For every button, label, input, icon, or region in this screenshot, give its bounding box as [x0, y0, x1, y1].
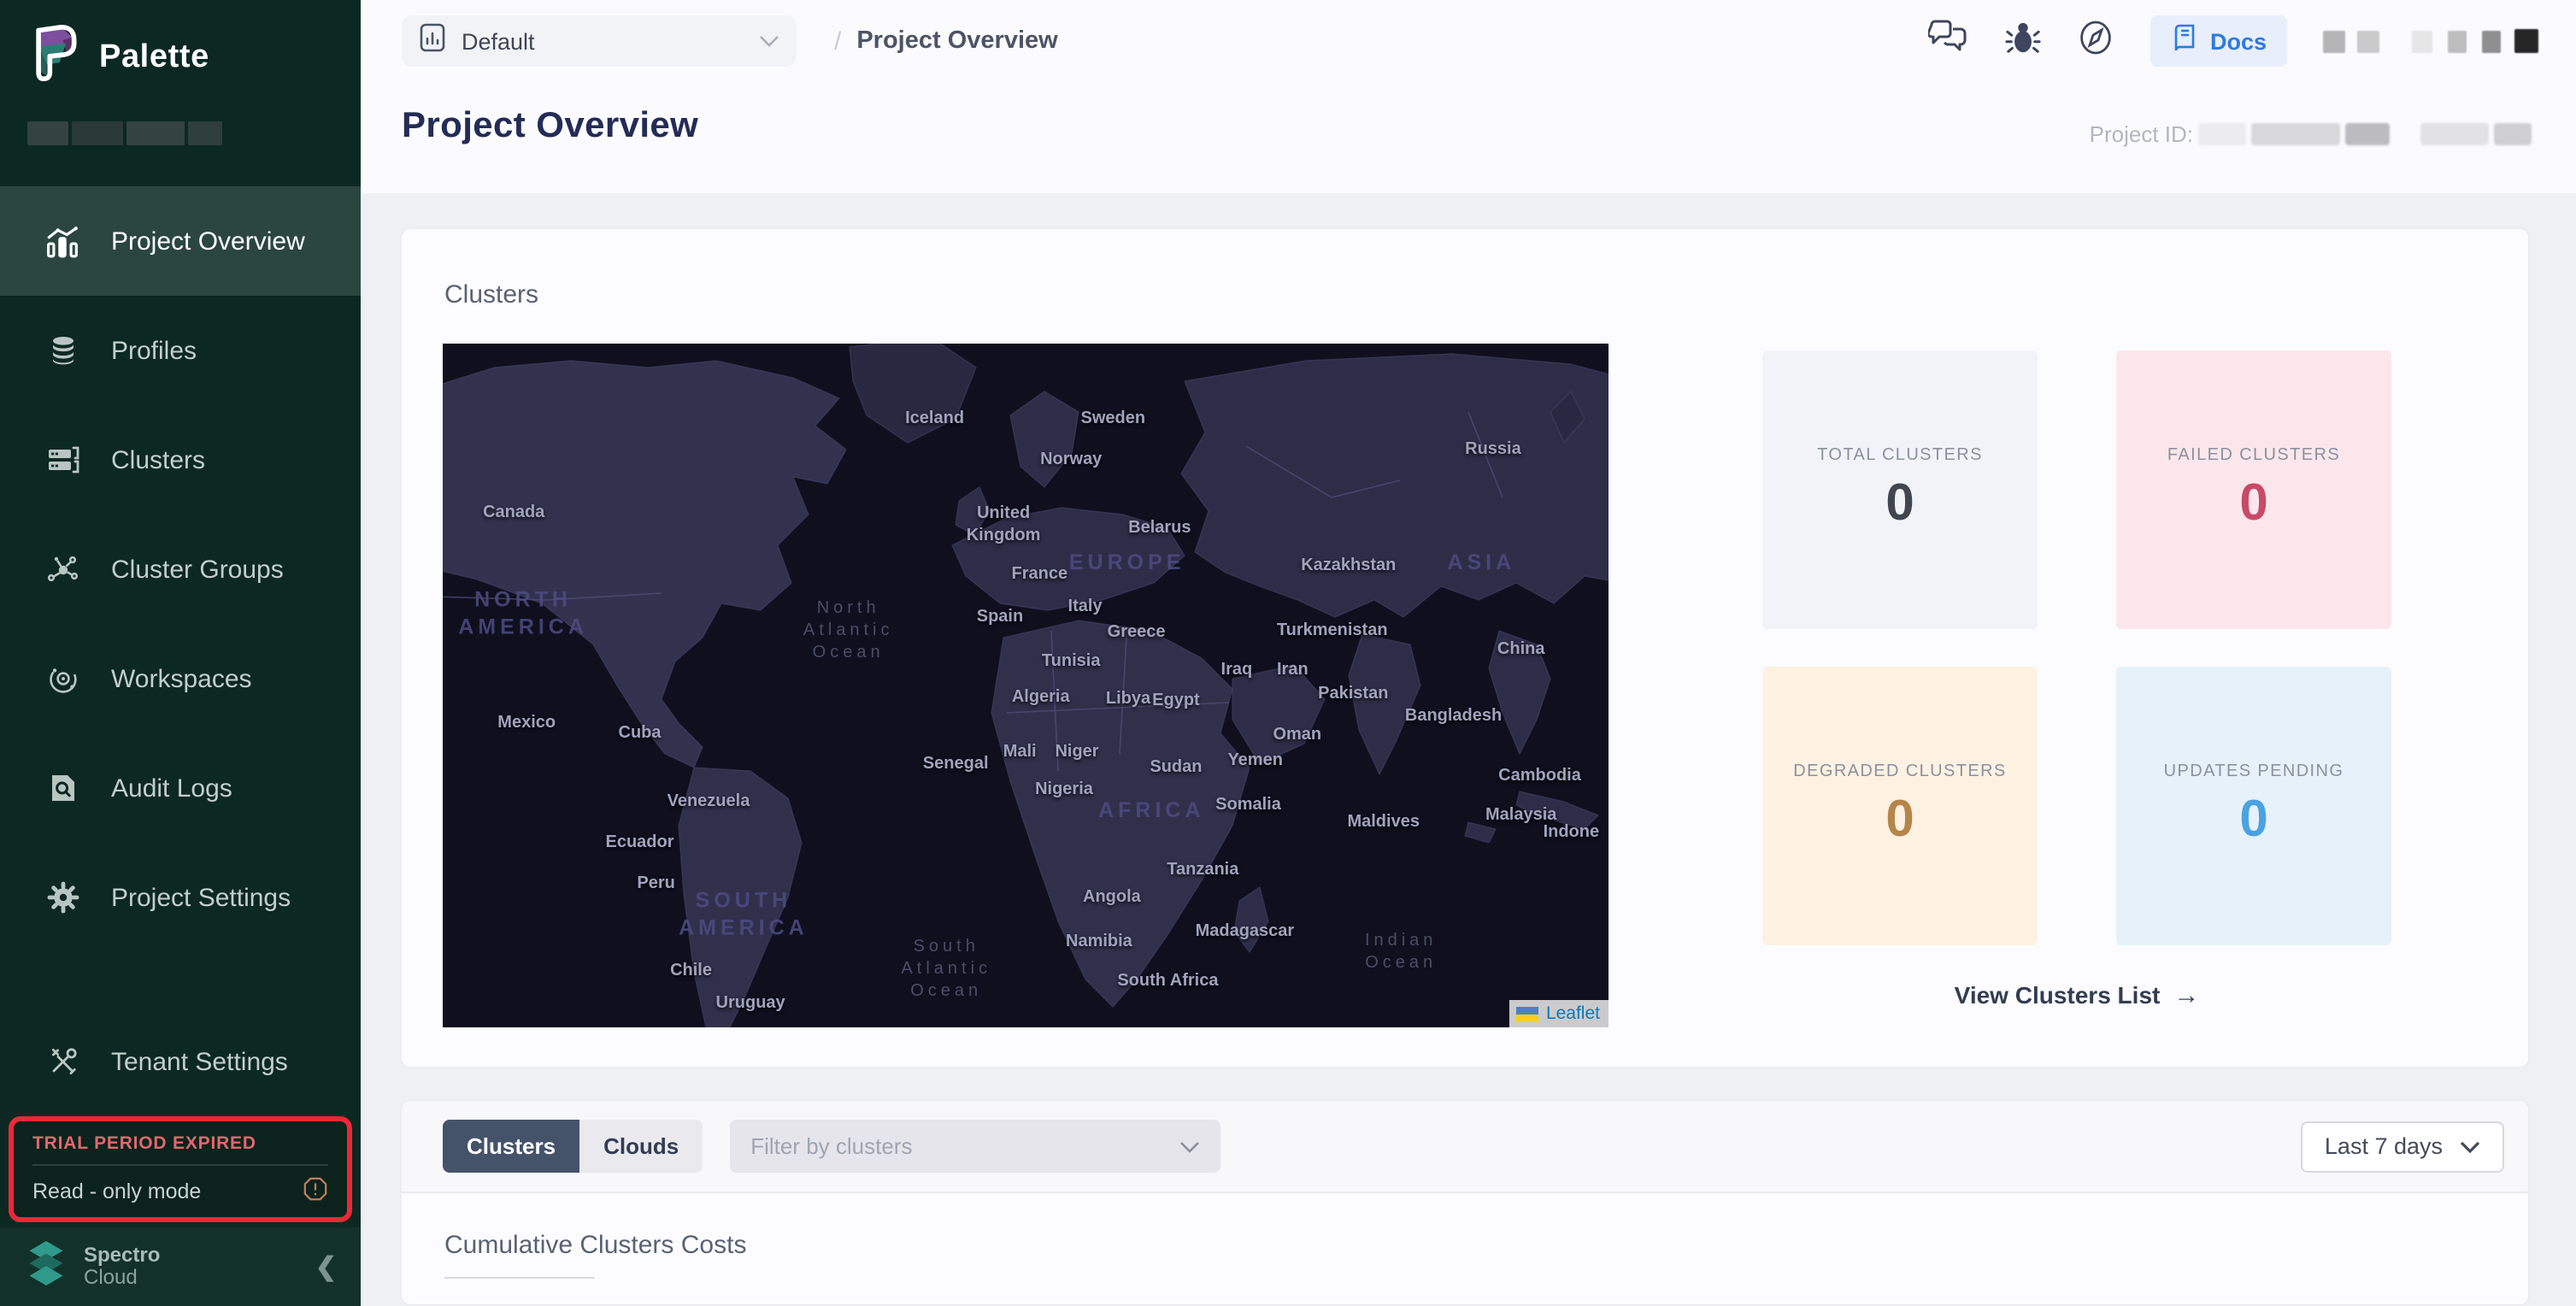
sidebar-item-label: Project Overview [111, 226, 305, 256]
page-title: Project Overview [402, 106, 698, 147]
tab-clusters[interactable]: Clusters [443, 1120, 579, 1173]
warning-octagon-icon [303, 1176, 328, 1207]
sidebar-item-label: Tenant Settings [111, 1047, 288, 1076]
chat-icon[interactable] [1928, 18, 1969, 64]
bug-report-icon[interactable] [2005, 18, 2041, 64]
arrow-right-icon: → [2173, 981, 2199, 1010]
ukraine-flag-icon [1517, 1006, 1539, 1021]
breadcrumb: / Project Overview [834, 26, 1058, 56]
spectro-cloud-wordmark: Spectro Cloud [84, 1244, 160, 1290]
cumulative-costs-heading: Cumulative Clusters Costs [444, 1231, 2528, 1260]
stat-updates-pending: UPDATES PENDING 0 [2116, 667, 2391, 945]
logo-wordmark: Palette [99, 38, 209, 76]
sidebar-item-audit-logs[interactable]: Audit Logs [0, 733, 361, 843]
redacted-block [2482, 30, 2501, 52]
redacted-block [2448, 30, 2467, 52]
project-id-label: Project ID: [2090, 121, 2193, 147]
sidebar-item-label: Workspaces [111, 664, 252, 693]
heading-underline [444, 1277, 595, 1279]
sidebar-item-cluster-groups[interactable]: Cluster Groups [0, 515, 361, 624]
sidebar-item-label: Clusters [111, 445, 205, 474]
sidebar: Palette Project Overview [0, 0, 361, 1306]
topbar: Default / Project Overview [361, 0, 2576, 82]
chevron-down-icon [1179, 1139, 1200, 1153]
project-selector-value: Default [462, 28, 535, 54]
redacted-block [2420, 123, 2489, 145]
sidebar-nav: Project Overview Profiles [0, 186, 361, 1116]
compass-icon[interactable] [2077, 18, 2114, 64]
sidebar-item-workspaces[interactable]: Workspaces [0, 624, 361, 733]
stat-degraded-clusters: DEGRADED CLUSTERS 0 [1762, 667, 2038, 945]
redacted-topbar-items [2323, 29, 2538, 53]
date-range-dropdown[interactable]: Last 7 days [2301, 1121, 2504, 1172]
project-selector-icon [419, 21, 446, 61]
project-selector-dropdown[interactable]: Default [402, 15, 797, 67]
chevron-down-icon [759, 34, 779, 48]
sidebar-collapse-button[interactable]: ❮ [315, 1251, 337, 1282]
sidebar-item-label: Audit Logs [111, 774, 232, 803]
project-id: Project ID: [2090, 121, 2532, 147]
tools-icon [44, 1044, 80, 1080]
redacted-block [2345, 123, 2390, 145]
doc-search-icon [44, 770, 80, 806]
redacted-block [2412, 30, 2432, 52]
redacted-block [2357, 30, 2379, 52]
palette-logo-icon [26, 21, 84, 94]
costs-card: Clusters Clouds Filter by clusters Last … [400, 1099, 2530, 1306]
clusters-card: Clusters [400, 227, 2530, 1068]
stat-total-clusters: TOTAL CLUSTERS 0 [1762, 350, 2038, 629]
clusters-heading: Clusters [444, 280, 538, 309]
orbit-icon [44, 661, 80, 697]
readonly-mode-label: Read - only mode [32, 1180, 201, 1203]
clusters-world-map[interactable]: IcelandSwedenNorwayRussiaCanadaUnited Ki… [443, 344, 1609, 1027]
sidebar-item-profiles[interactable]: Profiles [0, 296, 361, 405]
filter-placeholder: Filter by clusters [750, 1133, 912, 1159]
sidebar-item-label: Cluster Groups [111, 555, 284, 584]
database-icon [44, 332, 80, 368]
molecule-icon [44, 551, 80, 587]
tab-clouds[interactable]: Clouds [579, 1120, 703, 1173]
sidebar-item-label: Profiles [111, 336, 197, 365]
docs-button-label: Docs [2210, 28, 2267, 54]
redacted-block [2198, 123, 2246, 145]
docs-button[interactable]: Docs [2150, 15, 2287, 67]
breadcrumb-current[interactable]: Project Overview [856, 27, 1057, 55]
costs-toolbar: Clusters Clouds Filter by clusters Last … [402, 1101, 2528, 1193]
version-redacted [27, 121, 361, 145]
chevron-down-icon [2460, 1139, 2480, 1153]
breadcrumb-separator: / [834, 26, 841, 56]
view-clusters-list-link[interactable]: View Clusters List→ [1762, 981, 2391, 1010]
spectro-cloud-logo-icon [24, 1238, 68, 1295]
trial-title: TRIAL PERIOD EXPIRED [32, 1133, 328, 1154]
sidebar-item-label: Project Settings [111, 883, 291, 912]
sidebar-item-project-overview[interactable]: Project Overview [0, 186, 361, 296]
sidebar-item-tenant-settings[interactable]: Tenant Settings [0, 1007, 361, 1116]
bar-chart-icon [44, 223, 80, 259]
palette-logo[interactable]: Palette [0, 0, 361, 94]
book-icon [2171, 24, 2198, 58]
trial-divider [32, 1164, 328, 1166]
redacted-block [2514, 29, 2538, 53]
trial-expired-banner: TRIAL PERIOD EXPIRED Read - only mode [9, 1116, 352, 1222]
sidebar-item-clusters[interactable]: Clusters [0, 405, 361, 515]
redacted-block [2494, 123, 2532, 145]
app-root: Palette Project Overview [0, 0, 2576, 1306]
leaflet-link[interactable]: Leaflet [1546, 1003, 1600, 1024]
map-attribution: Leaflet [1510, 1000, 1609, 1027]
gear-icon [44, 879, 80, 915]
redacted-block [2251, 123, 2340, 145]
date-range-value: Last 7 days [2325, 1133, 2443, 1159]
header: Default / Project Overview [361, 0, 2576, 193]
sidebar-item-project-settings[interactable]: Project Settings [0, 843, 361, 952]
server-icon [44, 442, 80, 478]
sidebar-footer: Spectro Cloud ❮ [0, 1227, 361, 1306]
redacted-block [2323, 30, 2345, 52]
stat-failed-clusters: FAILED CLUSTERS 0 [2116, 350, 2391, 629]
filter-by-clusters-select[interactable]: Filter by clusters [730, 1120, 1220, 1173]
